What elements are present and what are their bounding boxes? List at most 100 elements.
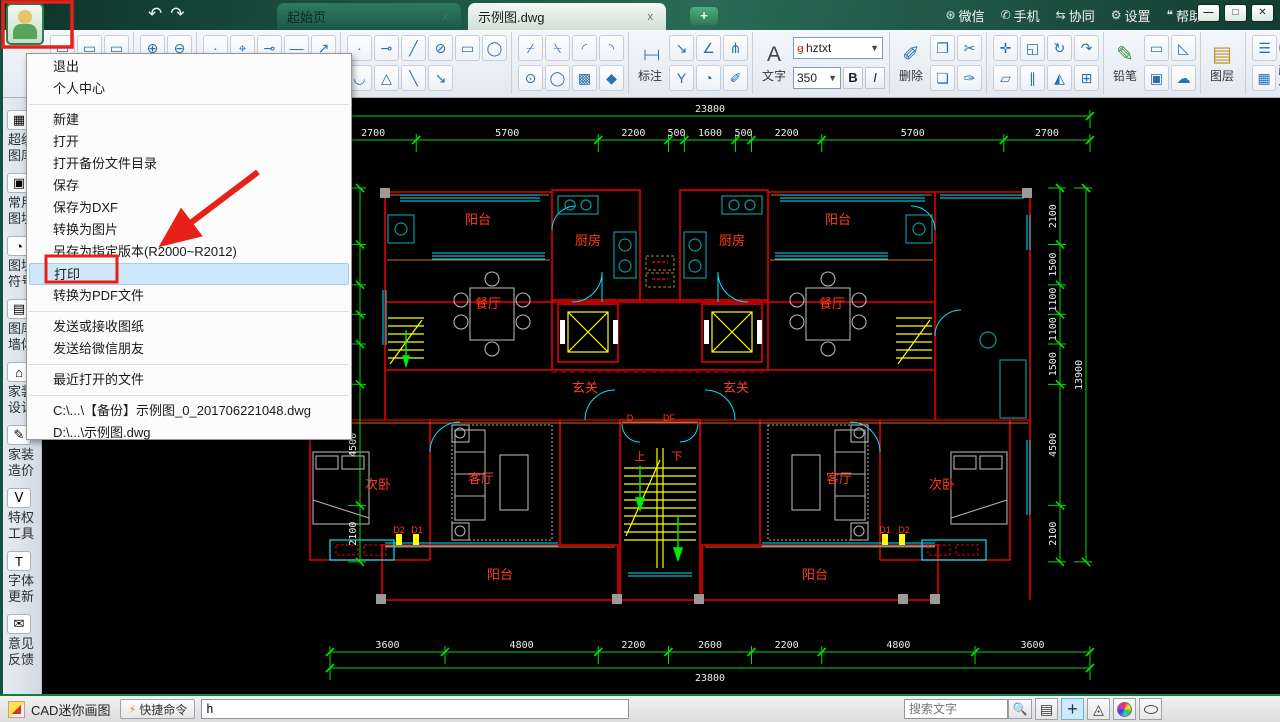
tab-start-page[interactable]: 起始页 x — [277, 3, 461, 30]
menu-item-C:\...\【备份】示例图_0_201706221048.dwg[interactable]: C:\...\【备份】示例图_0_201706221048.dwg — [27, 400, 351, 422]
tool-icon[interactable]: ◭ — [1047, 65, 1072, 91]
sidebar-item-字体更新[interactable]: T 字体更新 — [4, 551, 42, 605]
menu-item-个人中心[interactable]: 个人中心 — [27, 78, 351, 100]
tool-icon[interactable]: ▦ — [1252, 65, 1276, 91]
font-size-select[interactable]: 350▼ — [793, 67, 841, 89]
tool-icon[interactable]: ◱ — [1020, 35, 1045, 61]
quick-command-button[interactable]: ⚡ 快捷命令 — [120, 699, 195, 719]
tool-icon[interactable]: ∥ — [1020, 65, 1045, 91]
tool-icon[interactable]: ▱ — [993, 65, 1018, 91]
erase-label: 删除 — [899, 67, 923, 84]
tool-icon[interactable]: ▭ — [1144, 35, 1169, 61]
menu-item-最近打开的文件[interactable]: 最近打开的文件 — [27, 369, 351, 391]
字体-icon: T — [7, 551, 31, 571]
statusbar-button-3[interactable] — [1113, 698, 1136, 720]
svg-text:上: 上 — [635, 450, 646, 463]
menu-item-新建[interactable]: 新建 — [27, 109, 351, 131]
titlebar-action-手机[interactable]: ✆手机 — [1001, 6, 1040, 25]
tab-close-icon[interactable]: x — [440, 11, 452, 23]
sidebar-item-特权工具[interactable]: Ⅴ 特权工具 — [4, 488, 42, 542]
menu-item-转换为图片[interactable]: 转换为图片 — [27, 219, 351, 241]
tool-icon[interactable]: ◝ — [599, 35, 624, 61]
menu-item-打开[interactable]: 打开 — [27, 131, 351, 153]
titlebar-action-微信[interactable]: ⊛微信 — [946, 6, 985, 25]
tool-icon[interactable]: ↻ — [1047, 35, 1072, 61]
statusbar-button-1[interactable]: + — [1061, 698, 1084, 720]
tool-icon[interactable]: ⊙ — [518, 65, 543, 91]
tool-icon[interactable]: ▩ — [572, 65, 597, 91]
text-search-input[interactable] — [904, 699, 1008, 719]
svg-text:玄关: 玄关 — [723, 380, 749, 395]
titlebar-action-设置[interactable]: ⚙设置 — [1111, 6, 1151, 25]
tool-icon[interactable]: ↷ — [1074, 35, 1099, 61]
tool-icon[interactable]: ⍀ — [545, 35, 570, 61]
tool-icon[interactable]: ❐ — [930, 35, 955, 61]
layers-tool-button[interactable]: ▤图层 — [1205, 43, 1239, 84]
user-avatar-button[interactable] — [6, 3, 44, 45]
menu-item-退出[interactable]: 退出 — [27, 56, 351, 78]
minimize-button[interactable]: — — [1197, 4, 1220, 22]
font-name-select[interactable]: ꞡhztxt▼ — [793, 37, 883, 59]
tool-icon[interactable]: ↘ — [428, 65, 453, 91]
tool-icon[interactable]: ◔ — [696, 65, 721, 91]
new-tab-button[interactable]: + — [690, 7, 718, 25]
tool-icon[interactable]: ⊸ — [374, 35, 399, 61]
toolbar-group-pencil: ✎铅笔▭◺▣☁ — [1104, 32, 1201, 94]
tool-icon[interactable]: ✂ — [957, 35, 982, 61]
back-icon[interactable]: ↶ — [148, 4, 170, 23]
command-input[interactable] — [201, 699, 629, 719]
tab-close-icon[interactable]: x — [645, 11, 657, 23]
tool-icon[interactable]: ⊞ — [1074, 65, 1099, 91]
tool-icon[interactable]: ⌿ — [518, 35, 543, 61]
tool-icon[interactable]: ⋔ — [723, 35, 748, 61]
menu-item-打印[interactable]: 打印 — [29, 263, 349, 285]
dimension-tool-button[interactable]: ⌶标注 — [633, 43, 667, 84]
italic-button[interactable]: I — [865, 67, 885, 89]
tool-icon[interactable]: ◆ — [599, 65, 624, 91]
tool-icon[interactable]: △ — [374, 65, 399, 91]
tool-icon[interactable]: ╲ — [401, 65, 426, 91]
menu-item-D:\...\示例图.dwg[interactable]: D:\...\示例图.dwg — [27, 422, 351, 444]
search-icon[interactable]: 🔍 — [1008, 699, 1032, 719]
menu-item-保存为DXF[interactable]: 保存为DXF — [27, 197, 351, 219]
tool-icon[interactable]: ∠ — [696, 35, 721, 61]
sidebar-item-意见反馈[interactable]: ✉ 意见反馈 — [4, 614, 42, 668]
tool-icon[interactable]: ☁ — [1171, 65, 1196, 91]
tool-icon[interactable]: ✑ — [957, 65, 982, 91]
tool-icon[interactable]: ◯ — [482, 35, 507, 61]
menu-item-另存为指定版本(R2000~R2012)[interactable]: 另存为指定版本(R2000~R2012) — [27, 241, 351, 263]
titlebar-action-协同[interactable]: ⇆协同 — [1056, 6, 1095, 25]
tool-icon[interactable]: ◜ — [572, 35, 597, 61]
tool-icon[interactable]: ◯ — [545, 65, 570, 91]
tool-icon[interactable]: ⊘ — [428, 35, 453, 61]
tool-icon[interactable]: ↘ — [669, 35, 694, 61]
svg-text:13900: 13900 — [1074, 360, 1085, 390]
tool-icon[interactable]: ❏ — [930, 65, 955, 91]
erase-icon: ✐ — [902, 43, 920, 67]
pencil-tool-button[interactable]: ✎铅笔 — [1108, 43, 1142, 84]
text-tool-button[interactable]: A文字 — [757, 43, 791, 84]
maximize-button[interactable]: □ — [1224, 4, 1247, 22]
menu-item-转换为PDF文件[interactable]: 转换为PDF文件 — [27, 285, 351, 307]
statusbar-button-4[interactable] — [1139, 698, 1162, 720]
menu-item-发送或接收图纸[interactable]: 发送或接收图纸 — [27, 316, 351, 338]
tool-icon[interactable]: ▣ — [1144, 65, 1169, 91]
tool-icon[interactable]: ✐ — [723, 65, 748, 91]
statusbar-button-0[interactable]: ▤ — [1035, 698, 1058, 720]
close-button[interactable]: ✕ — [1251, 4, 1274, 22]
statusbar-button-2[interactable]: ◬ — [1087, 698, 1110, 720]
tool-icon[interactable]: Y — [669, 65, 694, 91]
tool-icon[interactable]: ✛ — [993, 35, 1018, 61]
erase-tool-button[interactable]: ✐删除 — [894, 43, 928, 84]
tool-icon[interactable]: ▭ — [455, 35, 480, 61]
tool-icon[interactable]: ◺ — [1171, 35, 1196, 61]
menu-item-打开备份文件目录[interactable]: 打开备份文件目录 — [27, 153, 351, 175]
menu-item-保存[interactable]: 保存 — [27, 175, 351, 197]
bold-button[interactable]: B — [843, 67, 863, 89]
tool-icon[interactable]: ╱ — [401, 35, 426, 61]
svg-text:厨房: 厨房 — [719, 233, 745, 248]
forward-icon[interactable]: ↷ — [170, 4, 192, 23]
menu-item-发送给微信朋友[interactable]: 发送给微信朋友 — [27, 338, 351, 360]
tab-document[interactable]: 示例图.dwg x — [468, 3, 666, 30]
tool-icon[interactable]: ☰ — [1252, 35, 1277, 61]
